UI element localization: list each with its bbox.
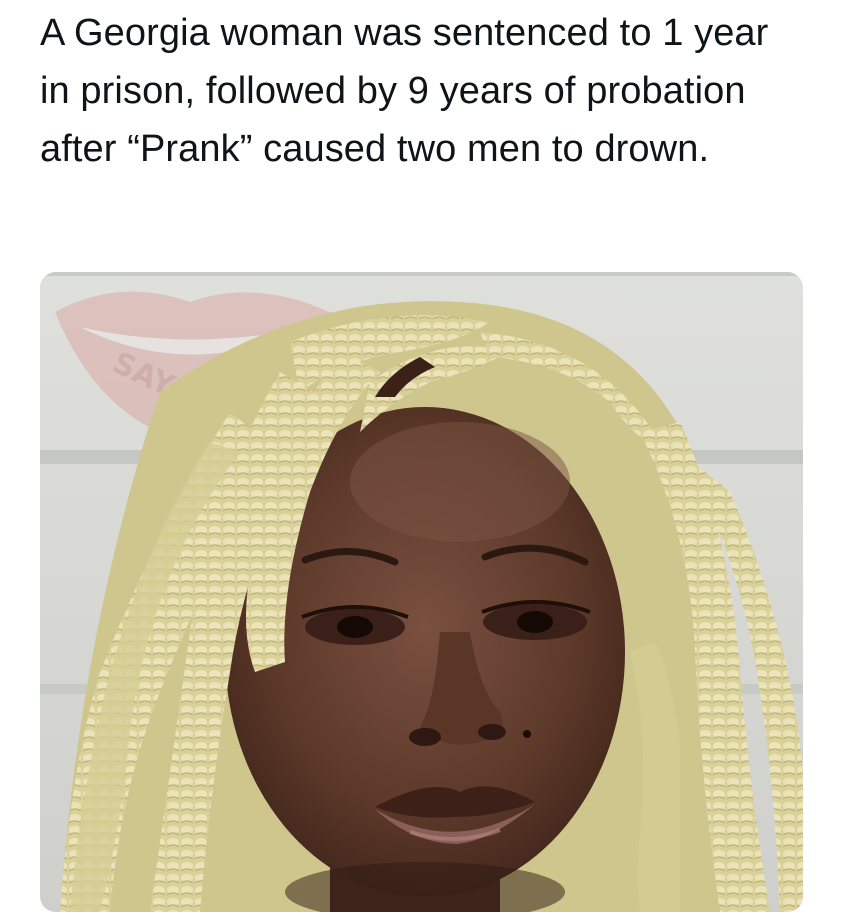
- mugshot-photo: SAY C: [40, 272, 803, 912]
- tweet-text: A Georgia woman was sentenced to 1 year …: [40, 12, 769, 170]
- tweet-media-image[interactable]: SAY C: [40, 272, 803, 912]
